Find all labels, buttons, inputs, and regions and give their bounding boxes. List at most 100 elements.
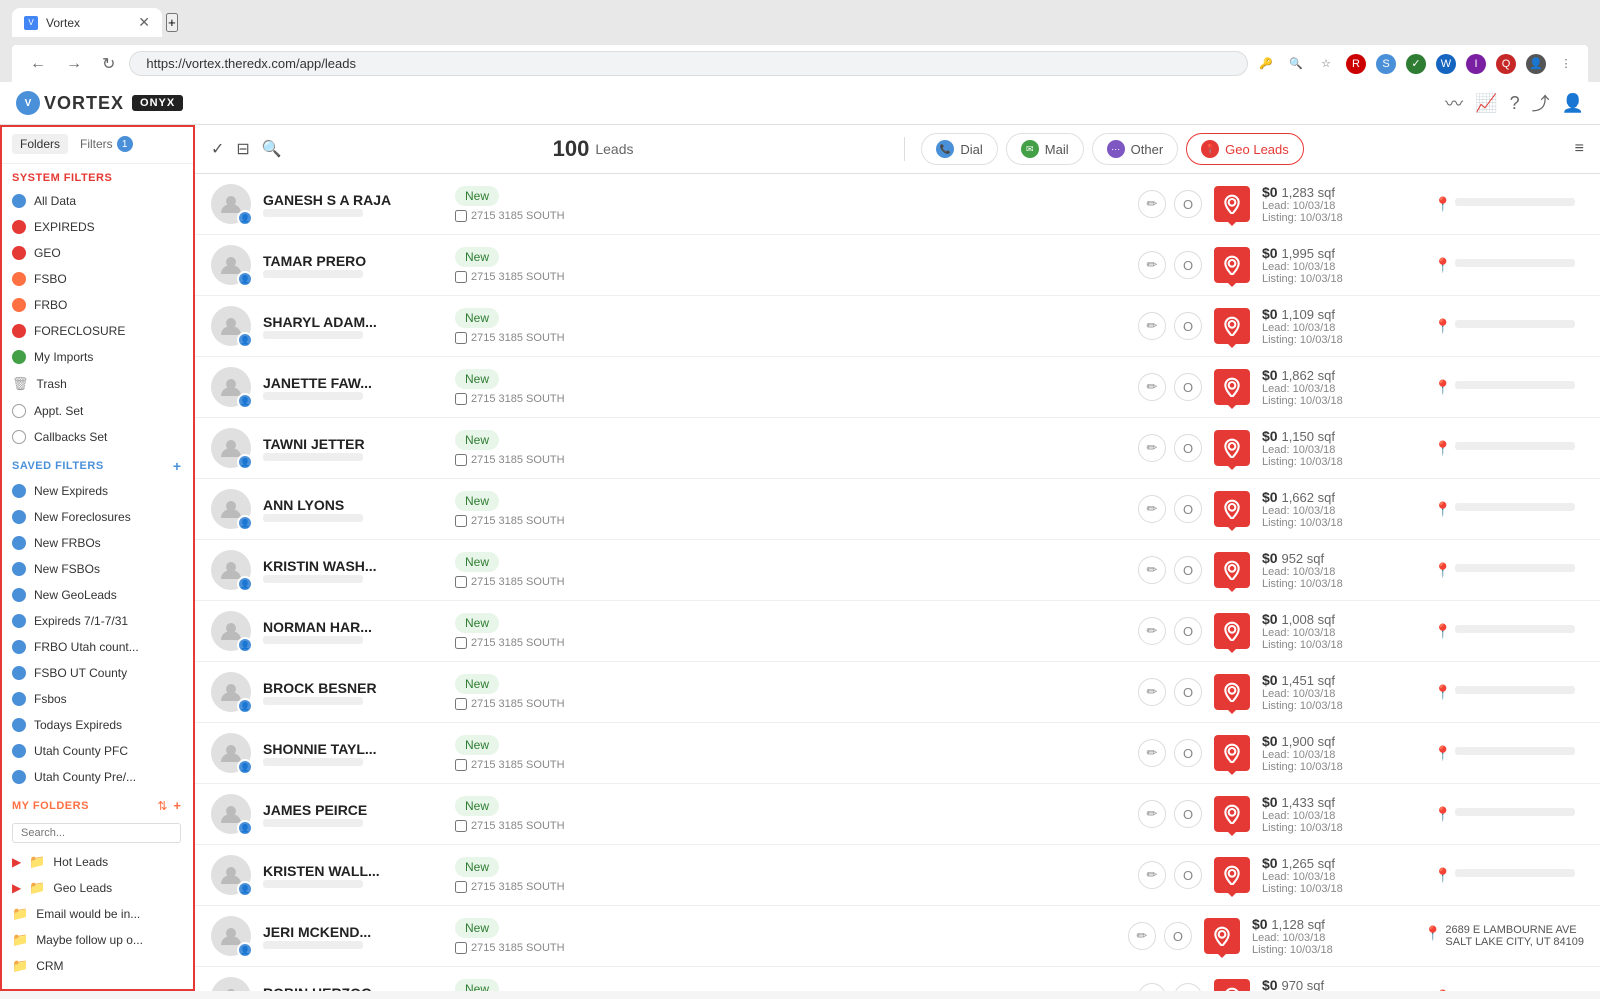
- sidebar-item-geo[interactable]: GEO: [0, 240, 193, 266]
- folder-item-geo-leads[interactable]: ▶ 📁 Geo Leads: [0, 875, 193, 901]
- edit-icon[interactable]: ✏: [1138, 556, 1166, 584]
- geo-badge[interactable]: [1214, 857, 1250, 893]
- sidebar-item-new-frbos[interactable]: New FRBOs: [0, 530, 193, 556]
- sidebar-item-fsbos[interactable]: Fsbos: [0, 686, 193, 712]
- sidebar-item-callbacks-set[interactable]: Callbacks Set: [0, 424, 193, 450]
- other-button[interactable]: ⋯ Other: [1092, 133, 1179, 165]
- lead-row[interactable]: 👤 NORMAN HAR... New 2715 3185 SOUTH ✏ O: [195, 601, 1600, 662]
- folder-item-crm[interactable]: 📁 CRM: [0, 953, 193, 979]
- list-view-icon[interactable]: ≡: [1575, 140, 1584, 157]
- lead-row[interactable]: 👤 JERI MCKEND... New 2715 3185 SOUTH ✏ O: [195, 906, 1600, 967]
- call-icon[interactable]: O: [1174, 434, 1202, 462]
- geo-badge[interactable]: [1214, 674, 1250, 710]
- lead-row[interactable]: 👤 TAWNI JETTER New 2715 3185 SOUTH ✏ O: [195, 418, 1600, 479]
- call-icon[interactable]: O: [1174, 373, 1202, 401]
- edit-icon[interactable]: ✏: [1138, 190, 1166, 218]
- geo-badge[interactable]: [1214, 979, 1250, 991]
- lead-row[interactable]: 👤 KRISTIN WASH... New 2715 3185 SOUTH ✏ …: [195, 540, 1600, 601]
- lead-row[interactable]: 👤 SHARYL ADAM... New 2715 3185 SOUTH ✏ O: [195, 296, 1600, 357]
- user-settings-icon[interactable]: 👤: [1562, 93, 1584, 114]
- sidebar-item-fsbo-ut[interactable]: FSBO UT County: [0, 660, 193, 686]
- lead-checkbox[interactable]: [455, 637, 467, 649]
- forward-button[interactable]: →: [60, 53, 88, 75]
- sidebar-item-utah-pfc[interactable]: Utah County PFC: [0, 738, 193, 764]
- add-folder-button[interactable]: +: [173, 798, 181, 813]
- lead-checkbox[interactable]: [455, 210, 467, 222]
- lead-row[interactable]: 👤 JAMES PEIRCE New 2715 3185 SOUTH ✏ O: [195, 784, 1600, 845]
- sidebar-item-new-expireds[interactable]: New Expireds: [0, 478, 193, 504]
- check-icon[interactable]: ✓: [211, 139, 224, 159]
- lead-row[interactable]: 👤 KRISTEN WALL... New 2715 3185 SOUTH ✏ …: [195, 845, 1600, 906]
- geo-badge[interactable]: [1214, 369, 1250, 405]
- extension-icon-1[interactable]: R: [1346, 54, 1366, 74]
- folder-item-email[interactable]: 📁 Email would be in...: [0, 901, 193, 927]
- sidebar-item-todays-expireds[interactable]: Todays Expireds: [0, 712, 193, 738]
- lead-checkbox[interactable]: [455, 881, 467, 893]
- reload-button[interactable]: ↻: [96, 52, 121, 76]
- lead-row[interactable]: 👤 GANESH S A RAJA New 2715 3185 SOUTH ✏ …: [195, 174, 1600, 235]
- lead-checkbox[interactable]: [455, 576, 467, 588]
- sidebar-item-fsbo[interactable]: FSBO: [0, 266, 193, 292]
- call-icon[interactable]: O: [1164, 922, 1192, 950]
- edit-icon[interactable]: ✏: [1138, 434, 1166, 462]
- folder-item-hot-leads[interactable]: ▶ 📁 Hot Leads: [0, 849, 193, 875]
- geo-badge[interactable]: [1204, 918, 1240, 954]
- sidebar-item-trash[interactable]: 🗑 Trash: [0, 370, 193, 398]
- export-icon[interactable]: ⤴: [1532, 90, 1550, 116]
- call-icon[interactable]: O: [1174, 617, 1202, 645]
- chart-icon[interactable]: 📈: [1475, 93, 1497, 114]
- help-icon[interactable]: ?: [1510, 93, 1520, 114]
- geo-badge[interactable]: [1214, 491, 1250, 527]
- extension-icon-3[interactable]: ✓: [1406, 54, 1426, 74]
- new-tab-button[interactable]: +: [166, 13, 178, 32]
- geo-badge[interactable]: [1214, 308, 1250, 344]
- lead-row[interactable]: 👤 JANETTE FAW... New 2715 3185 SOUTH ✏ O: [195, 357, 1600, 418]
- extension-icon-6[interactable]: Q: [1496, 54, 1516, 74]
- lead-checkbox[interactable]: [455, 271, 467, 283]
- sidebar-item-expireds[interactable]: EXPIREDS: [0, 214, 193, 240]
- sidebar-item-expireds-7131[interactable]: Expireds 7/1-7/31: [0, 608, 193, 634]
- menu-icon[interactable]: ⋮: [1556, 54, 1576, 74]
- lead-checkbox[interactable]: [455, 942, 467, 954]
- geo-badge[interactable]: [1214, 613, 1250, 649]
- address-bar[interactable]: https://vortex.theredx.com/app/leads: [129, 51, 1248, 76]
- call-icon[interactable]: O: [1174, 495, 1202, 523]
- profile-icon[interactable]: 👤: [1526, 54, 1546, 74]
- edit-icon[interactable]: ✏: [1128, 922, 1156, 950]
- extension-icon-5[interactable]: I: [1466, 54, 1486, 74]
- lead-row[interactable]: 👤 ANN LYONS New 2715 3185 SOUTH ✏ O: [195, 479, 1600, 540]
- edit-icon[interactable]: ✏: [1138, 495, 1166, 523]
- lead-checkbox[interactable]: [455, 820, 467, 832]
- active-tab[interactable]: V Vortex ✕: [12, 8, 162, 37]
- sidebar-item-my-imports[interactable]: My Imports: [0, 344, 193, 370]
- geo-badge[interactable]: [1214, 247, 1250, 283]
- lead-row[interactable]: 👤 SHONNIE TAYL... New 2715 3185 SOUTH ✏ …: [195, 723, 1600, 784]
- geo-badge[interactable]: [1214, 735, 1250, 771]
- call-icon[interactable]: O: [1174, 251, 1202, 279]
- sidebar-item-new-fsbos[interactable]: New FSBOs: [0, 556, 193, 582]
- edit-icon[interactable]: ✏: [1138, 678, 1166, 706]
- sort-folders-icon[interactable]: ⇅: [157, 799, 167, 813]
- star-icon[interactable]: ☆: [1316, 54, 1336, 74]
- call-icon[interactable]: O: [1174, 312, 1202, 340]
- call-icon[interactable]: O: [1174, 556, 1202, 584]
- edit-icon[interactable]: ✏: [1138, 312, 1166, 340]
- lead-row[interactable]: 👤 BROCK BESNER New 2715 3185 SOUTH ✏ O: [195, 662, 1600, 723]
- edit-icon[interactable]: ✏: [1138, 983, 1166, 991]
- call-icon[interactable]: O: [1174, 190, 1202, 218]
- call-icon[interactable]: O: [1174, 678, 1202, 706]
- sidebar-item-new-geoleads[interactable]: New GeoLeads: [0, 582, 193, 608]
- extension-icon-2[interactable]: S: [1376, 54, 1396, 74]
- call-icon[interactable]: O: [1174, 861, 1202, 889]
- lead-row[interactable]: 👤 ROBIN HERZOG New 2715 3185 SOUTH ✏ O: [195, 967, 1600, 991]
- sidebar-item-frbo[interactable]: FRBO: [0, 292, 193, 318]
- lead-checkbox[interactable]: [455, 393, 467, 405]
- sidebar-item-all-data[interactable]: All Data: [0, 188, 193, 214]
- extension-icon-4[interactable]: W: [1436, 54, 1456, 74]
- filter-icon[interactable]: ⊟: [236, 139, 249, 159]
- edit-icon[interactable]: ✏: [1138, 800, 1166, 828]
- lead-checkbox[interactable]: [455, 332, 467, 344]
- edit-icon[interactable]: ✏: [1138, 861, 1166, 889]
- sidebar-item-appt-set[interactable]: Appt. Set: [0, 398, 193, 424]
- geo-badge[interactable]: [1214, 552, 1250, 588]
